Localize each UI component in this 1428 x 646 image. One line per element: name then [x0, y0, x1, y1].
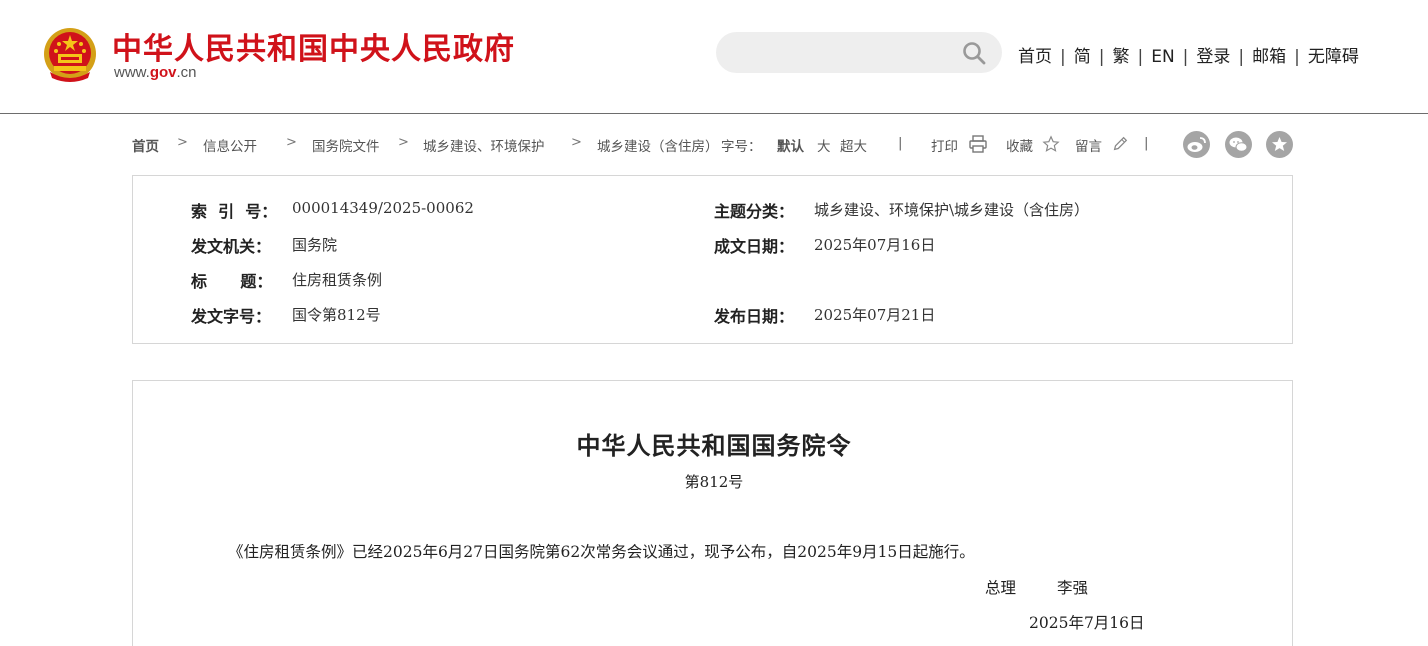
nav-separator: |	[1060, 47, 1066, 67]
doc-number-label: 发文字号：	[191, 307, 272, 326]
nav-login[interactable]: 登录	[1196, 47, 1230, 67]
breadcrumb: 首页 > 信息公开 > 国务院文件 > 城乡建设、环境保护 > 城乡建设（含住房…	[132, 134, 1296, 156]
star-icon[interactable]	[1042, 135, 1060, 153]
doc-number-value: 国令第812号	[292, 306, 381, 324]
nav-mailbox[interactable]: 邮箱	[1252, 47, 1286, 67]
document-metadata-box: 索 引 号： 000014349/2025-00062 主题分类： 城乡建设、环…	[132, 175, 1293, 344]
written-date-label: 成文日期：	[714, 237, 795, 256]
site-url[interactable]: www.gov.cn	[114, 64, 197, 81]
nav-separator: |	[1098, 47, 1105, 67]
printer-icon[interactable]	[968, 134, 988, 154]
wechat-share-button[interactable]	[1225, 131, 1252, 158]
search-icon[interactable]	[962, 41, 986, 65]
document-number: 第812号	[684, 473, 744, 491]
nav-home[interactable]: 首页	[1018, 47, 1052, 67]
favorite-share-button[interactable]	[1266, 131, 1293, 158]
pencil-icon[interactable]	[1111, 135, 1129, 153]
nav-traditional[interactable]: 繁	[1112, 47, 1129, 67]
font-size-default[interactable]: 默认	[777, 135, 804, 155]
breadcrumb-arrow: >	[286, 135, 297, 150]
topic-value: 城乡建设、环境保护\城乡建设（含住房）	[814, 201, 1090, 219]
site-title[interactable]: 中华人民共和国中央人民政府	[112, 24, 515, 68]
site-header: 中华人民共和国中央人民政府 www.gov.cn 首页 | 简 | 繁 | EN | 登录 | 邮箱…	[0, 0, 1428, 114]
favorite-star-icon	[1272, 137, 1287, 151]
breadcrumb-urban-rural-env[interactable]: 城乡建设、环境保护	[423, 135, 545, 155]
breadcrumb-urban-rural-housing[interactable]: 城乡建设（含住房）	[597, 135, 719, 155]
top-nav: 首页 | 简 | 繁 | EN | 登录 | 邮箱 | 无障碍	[1018, 42, 1359, 67]
search-input[interactable]	[736, 40, 946, 64]
breadcrumb-state-council-docs[interactable]: 国务院文件	[312, 135, 380, 155]
nav-english[interactable]: EN	[1151, 47, 1174, 67]
written-date-value: 2025年07月16日	[814, 236, 936, 254]
title-value: 住房租赁条例	[292, 271, 383, 289]
title-label: 标 题：	[191, 272, 273, 291]
font-size-xlarge[interactable]: 超大	[840, 135, 867, 155]
signature-role: 总理	[985, 579, 1017, 597]
breadcrumb-arrow: >	[177, 135, 188, 150]
print-link[interactable]: 打印	[931, 135, 958, 155]
breadcrumb-home[interactable]: 首页	[132, 135, 159, 155]
topic-label: 主题分类：	[714, 202, 795, 221]
nav-simplified[interactable]: 简	[1074, 47, 1091, 67]
nav-separator: |	[1137, 47, 1144, 67]
nav-accessibility[interactable]: 无障碍	[1308, 47, 1359, 67]
document-content-box	[132, 380, 1293, 646]
nav-separator: |	[1294, 47, 1300, 67]
publish-date-value: 2025年07月21日	[814, 306, 936, 324]
font-size-large[interactable]: 大	[817, 135, 831, 155]
index-number-label: 索 引 号：	[191, 202, 278, 221]
nav-separator: |	[1182, 47, 1189, 67]
toolbar-divider: |	[1144, 135, 1149, 151]
issuer-label: 发文机关：	[191, 237, 272, 256]
weibo-share-button[interactable]	[1183, 131, 1210, 158]
breadcrumb-info-public[interactable]: 信息公开	[203, 135, 257, 155]
document-title: 中华人民共和国国务院令	[576, 431, 852, 460]
toolbar-divider: |	[898, 135, 903, 151]
breadcrumb-arrow: >	[398, 135, 409, 150]
index-number-value: 000014349/2025-00062	[292, 199, 474, 217]
signature-date: 2025年7月16日	[1029, 614, 1145, 632]
site-url-domain: gov	[149, 64, 177, 81]
breadcrumb-arrow: >	[571, 135, 582, 150]
comment-link[interactable]: 留言	[1075, 135, 1102, 155]
wechat-icon	[1229, 137, 1248, 152]
weibo-icon	[1187, 137, 1206, 152]
font-size-label: 字号：	[721, 139, 762, 155]
nav-separator: |	[1238, 47, 1245, 67]
site-url-suffix: .cn	[176, 64, 197, 81]
issuer-value: 国务院	[292, 236, 338, 254]
publish-date-label: 发布日期：	[714, 307, 795, 326]
signature-name: 李强	[1057, 579, 1089, 597]
document-paragraph: 《住房租赁条例》已经2025年6月27日国务院第62次常务会议通过，现予公布，自…	[228, 543, 975, 561]
national-emblem-icon[interactable]	[42, 26, 98, 84]
site-url-prefix: www.	[114, 64, 150, 81]
favorite-link[interactable]: 收藏	[1006, 135, 1033, 155]
